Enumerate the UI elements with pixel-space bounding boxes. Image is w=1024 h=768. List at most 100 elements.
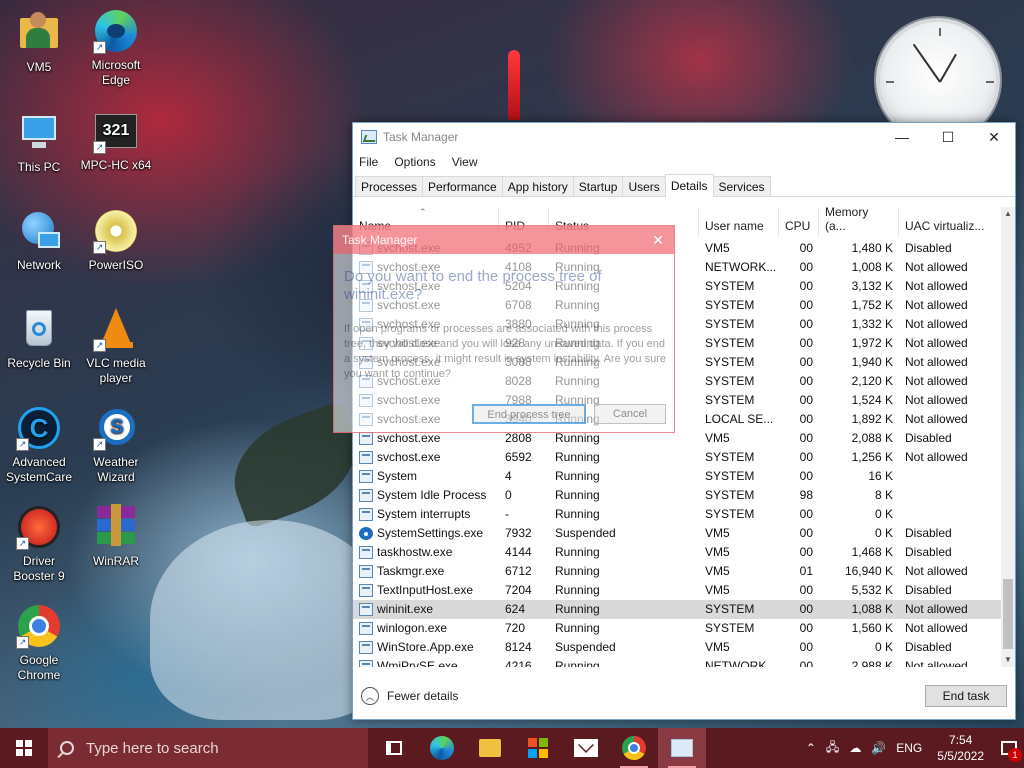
table-row[interactable]: System interrupts - Running SYSTEM 00 0 K <box>353 505 1001 524</box>
desktop-icon-vm5[interactable]: VM5 <box>1 10 77 75</box>
taskbar-task-manager[interactable] <box>658 728 706 768</box>
maximize-button[interactable]: ☐ <box>925 123 971 151</box>
language-indicator[interactable]: ENG <box>896 741 922 755</box>
dialog-title-bar[interactable]: Task Manager <box>334 226 674 254</box>
cell-status: Running <box>555 659 600 667</box>
chevron-up-icon[interactable]: ⌃ <box>806 741 816 755</box>
taskbar-chrome[interactable] <box>610 728 658 768</box>
end-process-tree-button[interactable]: End process tree <box>472 404 586 424</box>
desktop-icon-label: WinRAR <box>92 554 139 568</box>
taskbar-search-box[interactable]: Type here to search <box>48 728 368 768</box>
menu-file[interactable]: File <box>359 155 378 169</box>
process-icon <box>359 432 373 445</box>
systemcare-icon: C ↗ <box>16 405 62 451</box>
task-view-button[interactable] <box>370 728 418 768</box>
desktop-icon-winrar[interactable]: WinRAR <box>78 504 154 569</box>
cell-uac: Disabled <box>905 583 952 597</box>
taskbar-file-explorer[interactable] <box>466 728 514 768</box>
menu-bar: File Options View <box>353 151 1015 173</box>
cell-cpu: 00 <box>799 583 813 597</box>
desktop-icon-poweriso[interactable]: ↗ PowerISO <box>78 208 154 273</box>
desktop-icon-label: Advanced SystemCare <box>5 455 73 484</box>
vertical-scrollbar[interactable]: ▲ ▼ <box>1001 207 1015 667</box>
table-row[interactable]: System Idle Process 0 Running SYSTEM 98 8 K <box>353 486 1001 505</box>
taskbar-edge[interactable] <box>418 728 466 768</box>
fewer-details-link[interactable]: ︿ Fewer details <box>361 687 458 705</box>
minimize-button[interactable]: — <box>879 123 925 151</box>
search-icon <box>60 741 74 755</box>
edge-icon: ↗ <box>93 8 139 54</box>
scroll-down-icon[interactable]: ▼ <box>1001 653 1015 667</box>
table-row[interactable]: TextInputHost.exe 7204 Running VM5 00 5,532 K… <box>353 581 1001 600</box>
cell-pid: 0 <box>505 488 512 502</box>
table-row[interactable]: WmiPrvSE.exe 4216 Running NETWORK... 00 2,988… <box>353 657 1001 667</box>
tab-app-history[interactable]: App history <box>501 176 574 196</box>
tab-users[interactable]: Users <box>622 176 666 196</box>
volume-icon[interactable]: 🔊 <box>871 741 886 755</box>
cell-user: SYSTEM <box>705 488 755 502</box>
desktop-icon-weather-wizard[interactable]: S ↗ Weather Wizard <box>78 405 154 485</box>
table-row[interactable]: svchost.exe 6592 Running SYSTEM 00 1,256 K Not… <box>353 448 1001 467</box>
scroll-up-icon[interactable]: ▲ <box>1001 207 1015 221</box>
process-icon <box>359 470 373 483</box>
table-row[interactable]: System 4 Running SYSTEM 00 16 K <box>353 467 1001 486</box>
menu-options[interactable]: Options <box>394 155 435 169</box>
cell-mem: 1,940 K <box>851 355 893 369</box>
weather-icon: S ↗ <box>93 405 139 451</box>
cell-mem: 5,532 K <box>851 583 893 597</box>
cell-status: Suspended <box>555 526 616 540</box>
title-bar[interactable]: Task Manager — ☐ ✕ <box>353 123 1015 151</box>
column-header-memory[interactable]: Memory (a... <box>819 207 899 237</box>
tab-details[interactable]: Details <box>664 174 714 197</box>
desktop-icon-driver-booster[interactable]: ↗ Driver Booster 9 <box>1 504 77 584</box>
desktop-icon-mpc-hc[interactable]: 321 ↗ MPC-HC x64 <box>78 108 154 173</box>
cell-status: Running <box>555 507 600 521</box>
end-task-button[interactable]: End task <box>925 685 1007 707</box>
cell-mem: 1,256 K <box>851 450 893 464</box>
network-icon[interactable]: 🖧 <box>826 738 839 759</box>
desktop-icon-advanced-systemcare[interactable]: C ↗ Advanced SystemCare <box>1 405 77 485</box>
taskbar-clock[interactable]: 7:54 5/5/2022 <box>937 732 984 764</box>
taskbar-store[interactable] <box>514 728 562 768</box>
table-row[interactable]: winlogon.exe 720 Running SYSTEM 00 1,560 K Not… <box>353 619 1001 638</box>
process-icon <box>359 565 373 578</box>
cell-name: WmiPrvSE.exe <box>377 659 458 667</box>
desktop-icon-this-pc[interactable]: This PC <box>1 110 77 175</box>
desktop-icon-recycle-bin[interactable]: Recycle Bin <box>1 306 77 371</box>
desktop-icon-vlc[interactable]: ↗ VLC media player <box>78 306 154 386</box>
column-header-cpu[interactable]: CPU <box>779 207 819 237</box>
cell-user: SYSTEM <box>705 317 755 331</box>
column-header-user-name[interactable]: User name <box>699 207 779 237</box>
dialog-close-icon[interactable]: ✕ <box>652 232 664 249</box>
cancel-button[interactable]: Cancel <box>594 404 666 424</box>
cell-user: VM5 <box>705 583 730 597</box>
desktop-icon-label: Weather Wizard <box>93 455 139 484</box>
desktop-icon-network[interactable]: Network <box>1 208 77 273</box>
table-row[interactable]: WinStore.App.exe 8124 Suspended VM5 00 0 K Dis… <box>353 638 1001 657</box>
table-row[interactable]: wininit.exe 624 Running SYSTEM 00 1,088 K Not … <box>353 600 1001 619</box>
tab-processes[interactable]: Processes <box>355 176 424 196</box>
scrollbar-thumb[interactable] <box>1003 579 1013 649</box>
end-process-tree-dialog[interactable]: Task Manager ✕ Do you want to end the pr… <box>333 225 675 433</box>
close-button[interactable]: ✕ <box>971 123 1017 151</box>
notification-center-button[interactable]: 1 <box>994 728 1024 768</box>
tab-services[interactable]: Services <box>712 176 771 196</box>
table-row[interactable]: Taskmgr.exe 6712 Running VM5 01 16,940 K Not a… <box>353 562 1001 581</box>
cell-user: VM5 <box>705 564 730 578</box>
table-row[interactable]: SystemSettings.exe 7932 Suspended VM5 00 0 K D… <box>353 524 1001 543</box>
start-button[interactable] <box>0 728 48 768</box>
table-row[interactable]: taskhostw.exe 4144 Running VM5 00 1,468 K Disa… <box>353 543 1001 562</box>
taskbar-mail[interactable] <box>562 728 610 768</box>
chrome-icon: ↗ <box>16 603 62 649</box>
desktop-icon-google-chrome[interactable]: ↗ Google Chrome <box>1 603 77 683</box>
desktop-icon-microsoft-edge[interactable]: ↗ Microsoft Edge <box>78 8 154 88</box>
cell-cpu: 00 <box>799 393 813 407</box>
menu-view[interactable]: View <box>452 155 478 169</box>
desktop-icon-label: Google Chrome <box>17 653 61 682</box>
column-header-uac[interactable]: UAC virtualiz... <box>899 207 1001 237</box>
tab-startup[interactable]: Startup <box>572 176 624 196</box>
tab-performance[interactable]: Performance <box>422 176 503 196</box>
search-placeholder: Type here to search <box>86 739 219 757</box>
desktop-icon-label: Microsoft Edge <box>91 58 141 87</box>
cloud-icon[interactable]: ☁ <box>849 741 861 755</box>
